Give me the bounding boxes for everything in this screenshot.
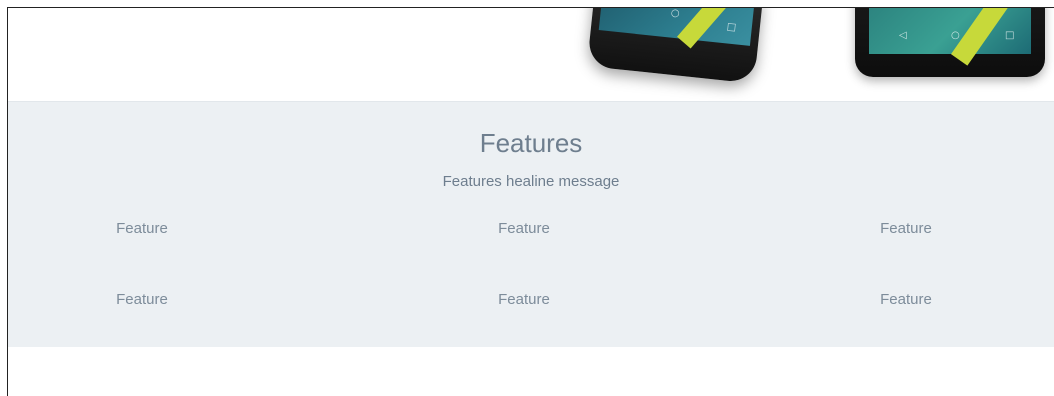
feature-item: Feature (498, 220, 550, 237)
features-subtitle: Features healine message (442, 173, 620, 190)
recents-icon: □ (1005, 30, 1015, 41)
features-section: Features Features healine message Featur… (8, 101, 1054, 347)
phone-image-right: ◁ ○ □ (855, 8, 1045, 77)
phone-image-left: ☎ ○ □ (586, 7, 764, 84)
hero-section: ☎ ○ □ ◁ ○ □ (8, 8, 1054, 101)
phone-camera-icon: □ (726, 21, 737, 34)
page-frame: ☎ ○ □ ◁ ○ □ Features Features healine me… (7, 7, 1054, 396)
features-title: Features (479, 128, 583, 158)
home-icon: ○ (951, 30, 960, 41)
feature-item: Feature (116, 291, 168, 308)
feature-item: Feature (116, 220, 168, 237)
feature-item: Feature (498, 291, 550, 308)
back-icon: ◁ (899, 30, 907, 41)
phone-home-icon: ○ (670, 7, 681, 20)
feature-item: Feature (880, 220, 932, 237)
feature-item: Feature (880, 291, 932, 308)
